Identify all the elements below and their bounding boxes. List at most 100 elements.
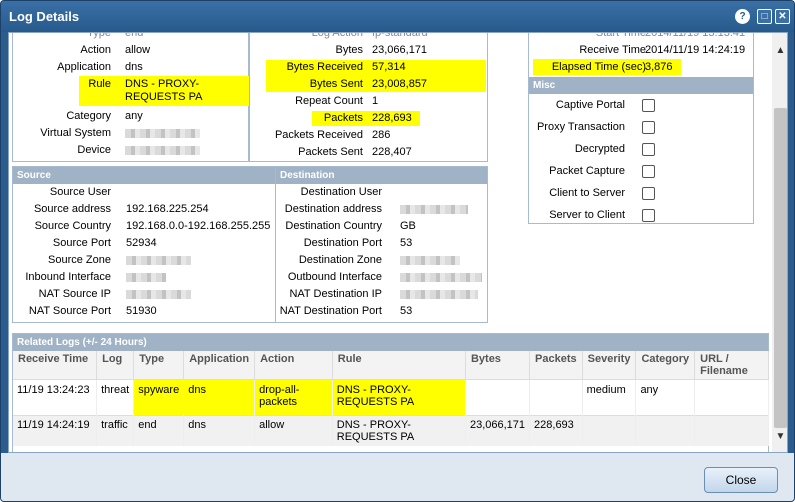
bytes-cell [465,379,531,416]
packet-capture-checkbox[interactable] [642,165,655,178]
destination-country-label: Destination Country [285,220,382,232]
source-address-value: 192.168.225.254 [126,203,209,215]
source-country-value: 192.168.0.0-192.168.255.255 [126,220,271,232]
table-row[interactable]: 11/19 14:24:19 traffic end dns allow DNS… [13,415,769,446]
action-cell: drop-all-packets [254,379,333,416]
column-header[interactable]: Category [635,351,696,380]
close-icon[interactable]: ✕ [775,9,790,24]
log-details-window: Log Details ? □ ✕ Type end Action allow … [0,0,795,502]
url-cell [694,379,769,416]
column-header[interactable]: Packets [529,351,583,380]
vertical-scrollbar[interactable]: ▲ ▼ [772,33,787,452]
bytes-sent-value: 23,008,857 [372,78,428,90]
nat-destination-port-label: NAT Destination Port [279,305,382,317]
decrypted-checkbox[interactable] [642,143,655,156]
redacted-value [400,290,478,299]
scroll-down-icon[interactable]: ▼ [775,431,786,442]
help-icon[interactable]: ? [735,9,750,24]
rule-cell: DNS - PROXY-REQUESTS PA [332,415,466,446]
captive-portal-checkbox[interactable] [642,99,655,112]
log-cell: traffic [96,415,135,446]
source-country-label: Source Country [34,220,111,232]
column-header[interactable]: Application [183,351,256,380]
rule-cell: DNS - PROXY-REQUESTS PA [332,379,466,416]
outbound-interface-label: Outbound Interface [287,271,382,283]
server-to-client-checkbox[interactable] [642,209,655,222]
proxy-transaction-checkbox[interactable] [642,121,655,134]
type-cell: spyware [133,379,185,416]
category-value: any [125,110,143,122]
repeat-count-value: 1 [372,95,379,107]
receive-time-cell: 11/19 14:24:19 [13,415,98,446]
table-header-row: Receive Time Log Type Application Action… [13,351,769,380]
window-title: Log Details [9,9,80,24]
column-header[interactable]: Rule [332,351,466,380]
receive-time-cell: 11/19 13:24:23 [13,379,98,416]
column-header[interactable]: Action [254,351,333,380]
bytes-value: 23,066,171 [372,44,428,56]
table-row[interactable]: 11/19 13:24:23 threat spyware dns drop-a… [13,379,769,416]
action-value: allow [125,44,151,56]
start-time-label: Start Time [595,32,646,39]
rule-value: DNS - PROXY-REQUESTS PA [125,78,203,103]
redacted-value [400,256,460,265]
stats-panel: Log Action fp-standard Bytes 23,066,171 … [249,32,488,162]
close-button[interactable]: Close [704,467,778,493]
destination-address-label: Destination address [284,203,382,215]
packets-received-label: Packets Received [274,129,363,141]
scrollbar-thumb[interactable] [774,108,787,428]
type-value: end [125,32,144,39]
redacted-value [125,146,200,155]
source-user-label: Source User [49,186,111,198]
category-cell: any [635,379,696,416]
action-cell: allow [254,415,333,446]
column-header[interactable]: Bytes [465,351,531,380]
related-logs-header: Related Logs (+/- 24 Hours) [13,334,768,351]
destination-header: Destination [276,167,487,184]
application-label: Application [57,61,111,73]
captive-portal-label: Captive Portal [555,99,625,111]
redacted-value [126,256,191,265]
log-action-value: fp-standard [372,32,428,39]
column-header[interactable]: Severity [582,351,637,380]
source-panel: Source Source User Source address 192.16… [12,166,276,323]
column-header[interactable]: URL / Filename [694,351,769,380]
scroll-up-icon[interactable]: ▲ [775,45,786,56]
nat-destination-port-value: 53 [400,305,413,317]
column-header[interactable]: Type [133,351,185,380]
column-header[interactable]: Receive Time [13,351,98,380]
redacted-value [126,273,166,282]
destination-zone-label: Destination Zone [298,254,382,266]
rule-label: Rule [88,78,111,90]
packets-cell [529,379,583,416]
source-port-label: Source Port [52,237,111,249]
bytes-received-value: 57,314 [372,61,406,73]
related-logs-table: Receive Time Log Type Application Action… [13,351,769,446]
log-action-label: Log Action [311,32,363,39]
packets-value: 228,693 [372,112,412,124]
device-label: Device [77,144,111,156]
url-cell [694,415,769,446]
start-time-value: 2014/11/19 13:13:41 [645,32,746,39]
application-cell: dns [183,415,256,446]
redacted-value [400,273,482,282]
decrypted-label: Decrypted [574,143,625,155]
packets-received-value: 286 [372,129,391,141]
client-to-server-checkbox[interactable] [642,187,655,200]
severity-cell [582,415,637,446]
type-label: Type [87,32,111,39]
server-to-client-label: Server to Client [549,209,625,221]
maximize-icon[interactable]: □ [757,9,772,24]
log-cell: threat [96,379,135,416]
packets-sent-value: 228,407 [372,146,412,158]
application-value: dns [125,61,143,73]
client-to-server-label: Client to Server [549,187,625,199]
virtual-system-label: Virtual System [40,127,111,139]
column-header[interactable]: Log [96,351,135,380]
misc-header: Misc [529,77,753,94]
category-label: Category [66,110,111,122]
receive-time-label: Receive Time [579,44,646,56]
nat-source-port-value: 51930 [126,305,157,317]
destination-country-value: GB [400,220,416,232]
proxy-transaction-label: Proxy Transaction [536,121,625,133]
